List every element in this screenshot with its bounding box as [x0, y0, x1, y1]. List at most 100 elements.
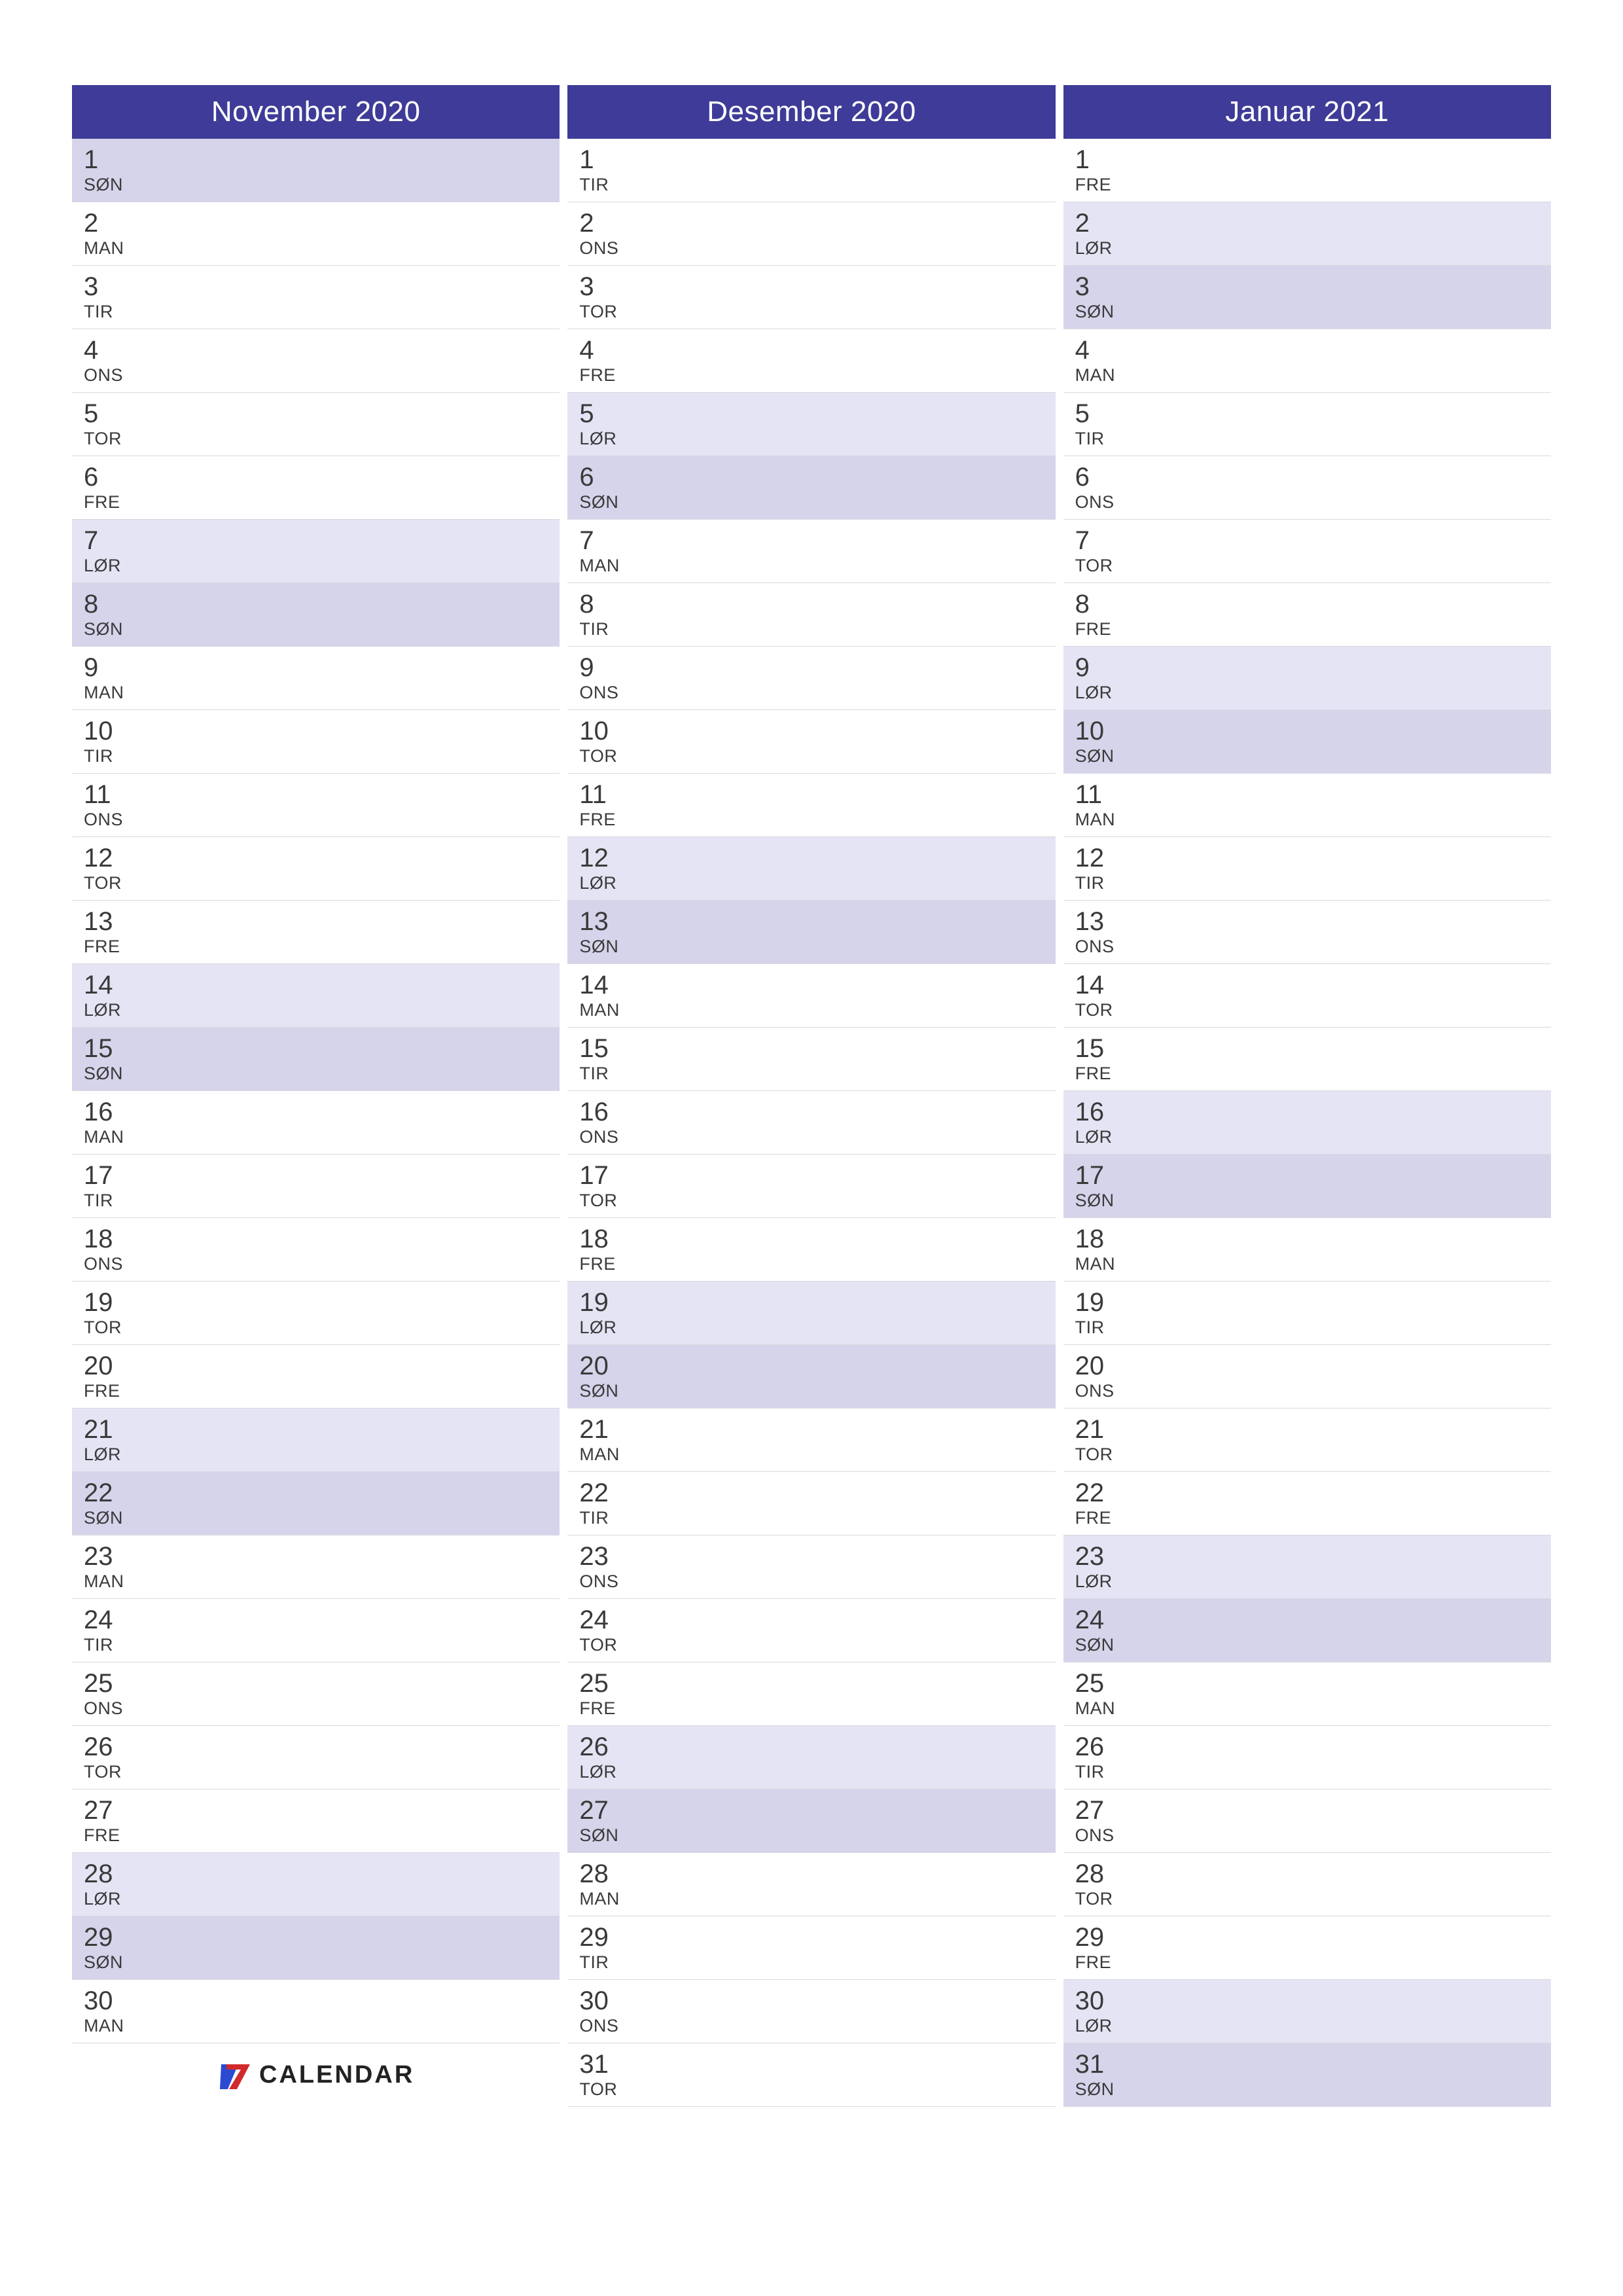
day-of-week: TIR — [1075, 873, 1551, 893]
day-number: 27 — [84, 1795, 560, 1825]
day-number: 19 — [579, 1287, 1055, 1318]
day-row: 26LØR — [567, 1726, 1055, 1789]
day-of-week: MAN — [84, 1571, 560, 1592]
day-of-week: ONS — [84, 365, 560, 386]
day-row: 11FRE — [567, 774, 1055, 837]
day-number: 21 — [84, 1414, 560, 1444]
day-row: 18ONS — [72, 1218, 560, 1282]
day-number: 10 — [84, 716, 560, 746]
day-of-week: TIR — [579, 1952, 1055, 1973]
day-of-week: ONS — [84, 1254, 560, 1274]
calendar-columns: November 2020 1SØN2MAN3TIR4ONS5TOR6FRE7L… — [72, 85, 1551, 2107]
day-number: 26 — [1075, 1732, 1551, 1762]
day-number: 28 — [84, 1859, 560, 1889]
day-row: 8TIR — [567, 583, 1055, 647]
day-row: 5TIR — [1063, 393, 1551, 456]
day-row: 22SØN — [72, 1472, 560, 1535]
day-row: 6ONS — [1063, 456, 1551, 520]
day-number: 27 — [579, 1795, 1055, 1825]
day-number: 24 — [84, 1605, 560, 1635]
day-of-week: ONS — [1075, 492, 1551, 512]
day-of-week: SØN — [84, 1952, 560, 1973]
day-row: 19TIR — [1063, 1282, 1551, 1345]
day-number: 24 — [1075, 1605, 1551, 1635]
day-of-week: LØR — [579, 873, 1055, 893]
day-row: 9LØR — [1063, 647, 1551, 710]
day-row: 31TOR — [567, 2043, 1055, 2107]
day-row: 21LØR — [72, 1408, 560, 1472]
day-number: 30 — [579, 1986, 1055, 2016]
day-number: 23 — [1075, 1541, 1551, 1571]
day-of-week: SØN — [84, 1064, 560, 1084]
day-of-week: SØN — [1075, 2079, 1551, 2100]
day-number: 24 — [579, 1605, 1055, 1635]
day-number: 20 — [1075, 1351, 1551, 1381]
day-row: 17SØN — [1063, 1155, 1551, 1218]
day-row: 4MAN — [1063, 329, 1551, 393]
day-row: 17TIR — [72, 1155, 560, 1218]
day-of-week: FRE — [579, 1698, 1055, 1719]
day-of-week: LØR — [84, 1000, 560, 1020]
day-number: 13 — [1075, 906, 1551, 937]
day-row: 18FRE — [567, 1218, 1055, 1282]
day-row: 20ONS — [1063, 1345, 1551, 1408]
day-number: 4 — [579, 335, 1055, 365]
day-row: 18MAN — [1063, 1218, 1551, 1282]
day-of-week: FRE — [84, 492, 560, 512]
day-of-week: FRE — [84, 1825, 560, 1846]
day-of-week: TIR — [579, 175, 1055, 195]
day-row: 23MAN — [72, 1535, 560, 1599]
day-of-week: TIR — [1075, 429, 1551, 449]
day-number: 5 — [579, 399, 1055, 429]
day-of-week: TOR — [84, 1762, 560, 1782]
month-column-2: Januar 2021 1FRE2LØR3SØN4MAN5TIR6ONS7TOR… — [1063, 85, 1551, 2107]
day-row: 19TOR — [72, 1282, 560, 1345]
day-number: 12 — [579, 843, 1055, 873]
day-number: 26 — [84, 1732, 560, 1762]
day-row: 28LØR — [72, 1853, 560, 1916]
day-row: 2ONS — [567, 202, 1055, 266]
day-row: 21MAN — [567, 1408, 1055, 1472]
day-number: 21 — [579, 1414, 1055, 1444]
day-number: 30 — [1075, 1986, 1551, 2016]
day-row: 27SØN — [567, 1789, 1055, 1853]
day-row: 24SØN — [1063, 1599, 1551, 1662]
day-number: 8 — [84, 589, 560, 619]
day-of-week: TIR — [579, 619, 1055, 639]
day-row: 27ONS — [1063, 1789, 1551, 1853]
day-number: 28 — [579, 1859, 1055, 1889]
day-of-week: MAN — [1075, 1698, 1551, 1719]
day-of-week: LØR — [579, 429, 1055, 449]
day-row: 10TOR — [567, 710, 1055, 774]
day-of-week: SØN — [579, 1381, 1055, 1401]
day-number: 2 — [1075, 208, 1551, 238]
day-row: 14LØR — [72, 964, 560, 1028]
day-number: 31 — [579, 2049, 1055, 2079]
day-of-week: TOR — [84, 1318, 560, 1338]
day-row: 28TOR — [1063, 1853, 1551, 1916]
day-of-week: FRE — [1075, 1508, 1551, 1528]
day-number: 6 — [1075, 462, 1551, 492]
day-of-week: MAN — [84, 1127, 560, 1147]
day-number: 18 — [579, 1224, 1055, 1254]
day-of-week: ONS — [579, 683, 1055, 703]
day-number: 5 — [1075, 399, 1551, 429]
day-number: 4 — [84, 335, 560, 365]
day-number: 17 — [1075, 1160, 1551, 1191]
day-row: 2MAN — [72, 202, 560, 266]
day-of-week: MAN — [84, 238, 560, 259]
day-row: 7TOR — [1063, 520, 1551, 583]
day-number: 9 — [84, 653, 560, 683]
day-row: 1TIR — [567, 139, 1055, 202]
day-row: 7MAN — [567, 520, 1055, 583]
day-number: 14 — [1075, 970, 1551, 1000]
day-number: 3 — [84, 272, 560, 302]
day-of-week: LØR — [579, 1762, 1055, 1782]
day-row: 7LØR — [72, 520, 560, 583]
day-row: 5LØR — [567, 393, 1055, 456]
day-of-week: TOR — [579, 302, 1055, 322]
month-column-1: Desember 2020 1TIR2ONS3TOR4FRE5LØR6SØN7M… — [567, 85, 1055, 2107]
day-row: 11ONS — [72, 774, 560, 837]
day-of-week: TOR — [1075, 1889, 1551, 1909]
day-row: 11MAN — [1063, 774, 1551, 837]
